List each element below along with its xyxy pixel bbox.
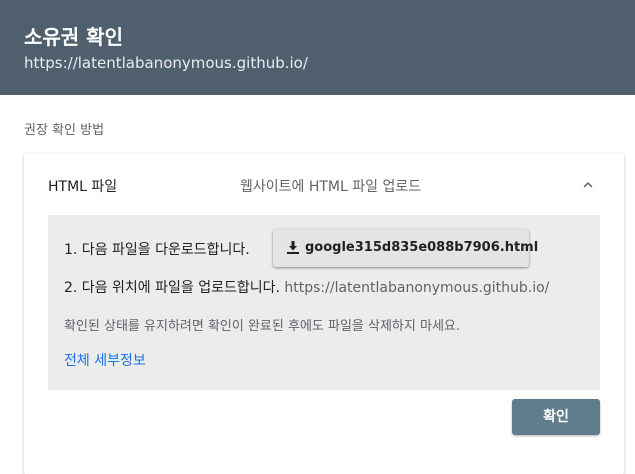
step2-label: 2. 다음 위치에 파일을 업로드합니다. <box>64 280 280 296</box>
download-file-button[interactable]: google315d835e088b7906.html <box>273 229 538 267</box>
step2-text: 2. 다음 위치에 파일을 업로드합니다. https://latentlaba… <box>64 277 549 297</box>
page-title: 소유권 확인 <box>24 25 123 49</box>
step1-text: 1. 다음 파일을 다운로드합니다. <box>64 242 250 258</box>
download-icon <box>287 241 299 254</box>
page-header: 소유권 확인 https://latentlabanonymous.github… <box>0 0 635 95</box>
download-filename: google315d835e088b7906.html <box>305 240 539 255</box>
confirm-button[interactable]: 확인 <box>512 399 600 435</box>
full-details-link[interactable]: 전체 세부정보 <box>64 350 146 370</box>
method-header[interactable]: HTML 파일 웹사이트에 HTML 파일 업로드 <box>24 154 624 214</box>
instructions-panel: 1. 다음 파일을 다운로드합니다. google315d835e088b790… <box>48 215 600 390</box>
method-description: 웹사이트에 HTML 파일 업로드 <box>240 179 422 195</box>
chevron-up-icon[interactable] <box>579 176 597 194</box>
section-label: 권장 확인 방법 <box>24 123 105 138</box>
method-name: HTML 파일 <box>48 179 118 195</box>
keep-file-note: 확인된 상태를 유지하려면 확인이 완료된 후에도 파일을 삭제하지 마세요. <box>64 319 460 334</box>
upload-location-url: https://latentlabanonymous.github.io/ <box>284 280 550 296</box>
property-url: https://latentlabanonymous.github.io/ <box>24 54 308 72</box>
verification-method-card: HTML 파일 웹사이트에 HTML 파일 업로드 1. 다음 파일을 다운로드… <box>24 154 624 474</box>
